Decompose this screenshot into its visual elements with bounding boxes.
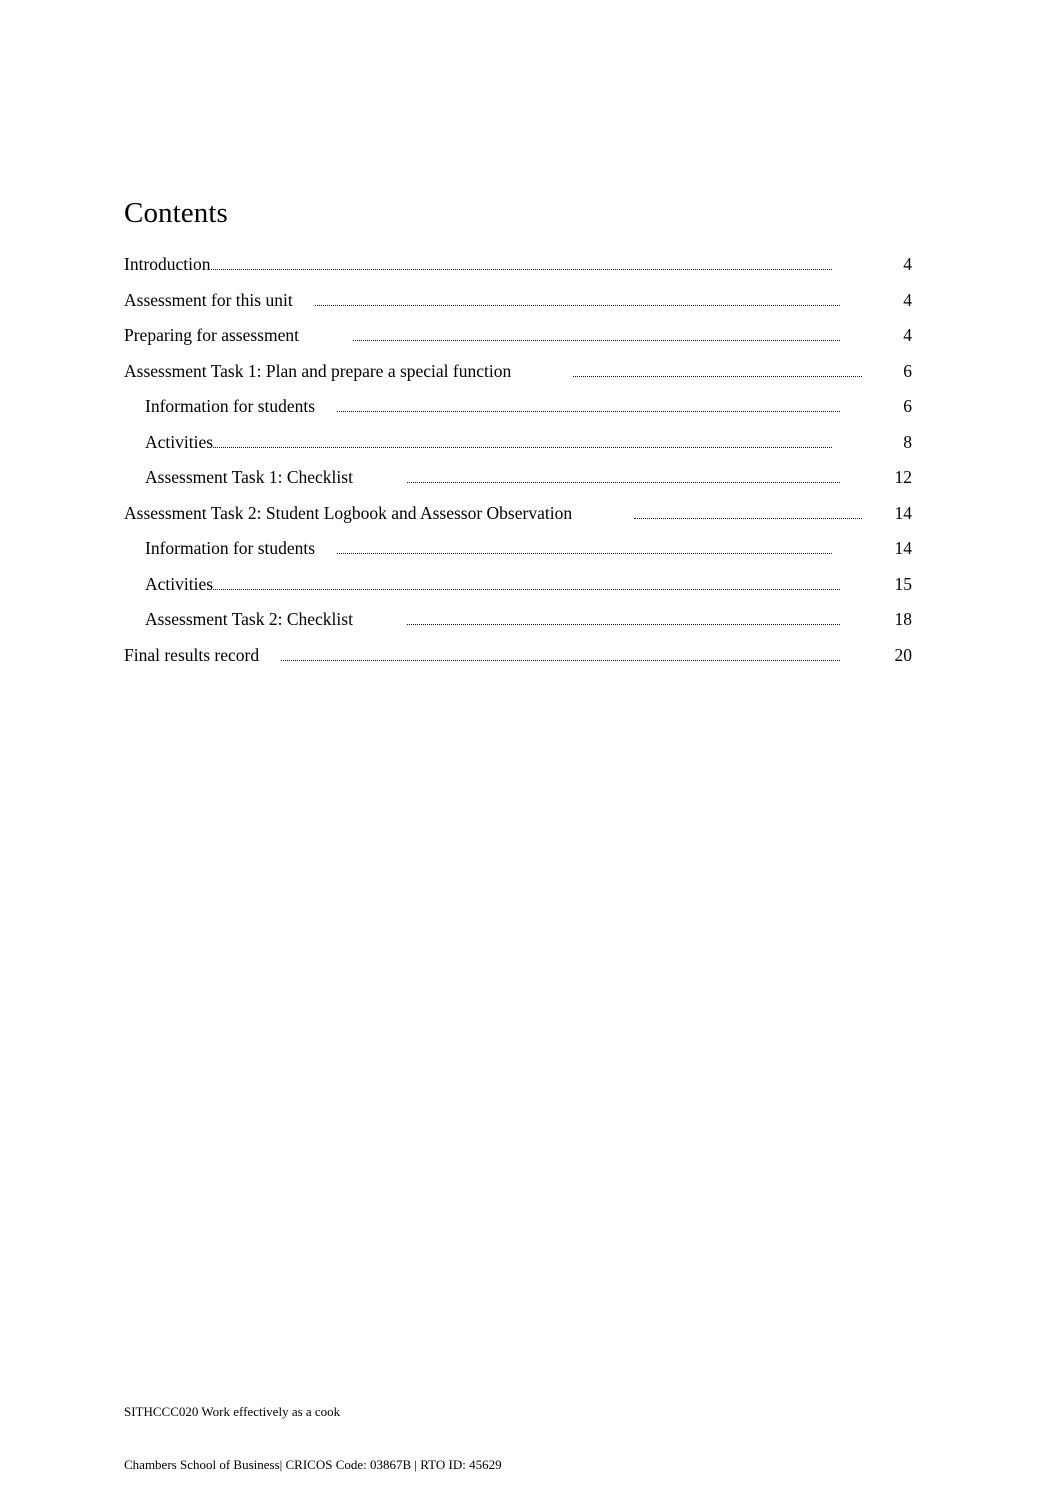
toc-entry-label: Activities (145, 573, 214, 594)
toc-entry[interactable]: Assessment Task 2: Student Logbook and A… (124, 501, 912, 537)
toc-dot-leader (406, 624, 840, 625)
footer-unit-code: SITHCCC020 Work effectively as a cook (124, 1404, 341, 1419)
toc-entry[interactable]: Activities 8 (124, 430, 912, 466)
toc-entry[interactable]: Information for students 14 (124, 536, 912, 572)
toc-entry-page-number: 6 (903, 396, 912, 416)
toc-entry-page-number: 20 (894, 644, 913, 665)
toc-entry-page-number: 4 (903, 289, 912, 310)
toc-entry[interactable]: Assessment Task 1: Checklist 12 (124, 465, 912, 501)
toc-entry-page-number: 15 (894, 573, 913, 594)
toc-entry-page-number: 8 (903, 431, 912, 452)
toc-entry[interactable]: Assessment Task 2: Checklist 18 (124, 607, 912, 643)
toc-entry-label: Preparing for assessment (124, 325, 299, 345)
toc-entry-label: Information for students (145, 396, 316, 416)
toc-entry-label: Assessment for this unit (124, 289, 293, 310)
toc-entry[interactable]: Assessment for this unit 4 (124, 288, 912, 324)
toc-dot-leader (352, 340, 840, 341)
table-of-contents: Introduction 4 Assessment for this unit 4 Pr… (124, 252, 912, 678)
toc-entry[interactable]: Information for students 6 (124, 394, 912, 430)
toc-dot-leader (337, 553, 832, 554)
toc-entry-label: Activities (145, 431, 214, 452)
toc-entry-label: Introduction (124, 254, 211, 274)
toc-entry-page-number: 6 (903, 360, 912, 381)
toc-entry-label: Information for students (145, 538, 316, 558)
toc-entry-label: Final results record (124, 644, 260, 665)
toc-dot-leader (314, 304, 840, 306)
toc-dot-leader (213, 588, 840, 590)
toc-dot-leader (210, 269, 832, 270)
toc-entry-label: Assessment Task 1: Checklist (145, 467, 353, 487)
document-page: Contents Introduction 4 Assessment for thi… (0, 0, 1062, 1506)
toc-entry-label: Assessment Task 1: Plan and prepare a sp… (124, 360, 512, 381)
toc-dot-leader (337, 411, 840, 412)
toc-entry[interactable]: Assessment Task 1: Plan and prepare a sp… (124, 359, 912, 395)
toc-entry-label: Assessment Task 2: Checklist (145, 609, 353, 629)
toc-entry-page-number: 18 (894, 609, 913, 629)
toc-entry[interactable]: Introduction 4 (124, 252, 912, 288)
toc-entry[interactable]: Activities 15 (124, 572, 912, 608)
toc-entry[interactable]: Preparing for assessment 4 (124, 323, 912, 359)
toc-entry-page-number: 12 (894, 467, 913, 487)
toc-dot-leader (573, 375, 862, 377)
toc-entry-label: Assessment Task 2: Student Logbook and A… (124, 502, 573, 523)
toc-entry-page-number: 4 (903, 254, 912, 274)
toc-dot-leader (634, 517, 862, 519)
toc-dot-leader (281, 659, 840, 661)
toc-dot-leader (406, 482, 840, 483)
page-footer: SITHCCC020 Work effectively as a cook Ch… (124, 1368, 502, 1506)
toc-dot-leader (213, 446, 832, 448)
toc-entry-page-number: 14 (894, 502, 913, 523)
footer-institution: Chambers School of Business| CRICOS Code… (124, 1456, 502, 1472)
toc-entry-page-number: 4 (903, 325, 912, 345)
toc-entry[interactable]: Final results record 20 (124, 643, 912, 679)
page-title: Contents (124, 197, 228, 229)
toc-entry-page-number: 14 (894, 538, 913, 558)
